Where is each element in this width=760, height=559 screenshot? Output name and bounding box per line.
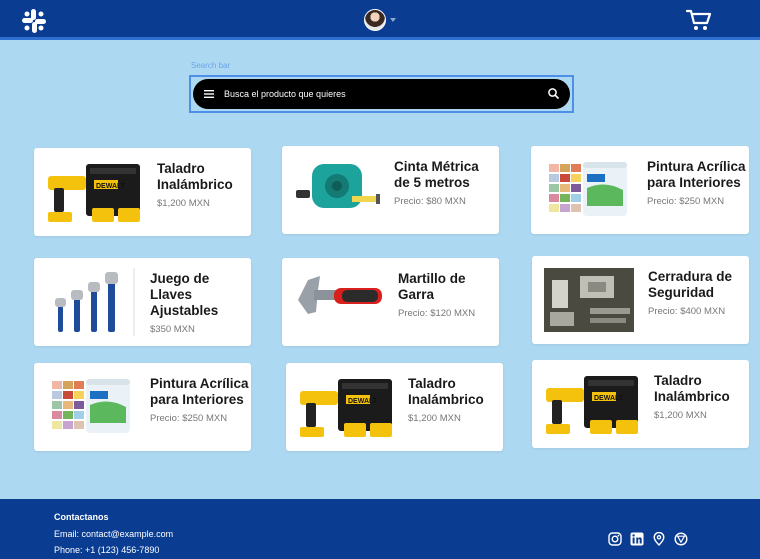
top-navigation-bar: [0, 0, 760, 40]
user-menu[interactable]: [364, 9, 396, 31]
product-title: Cerradura de Seguridad: [648, 269, 733, 300]
product-title: Taladro Inalámbrico: [654, 373, 730, 404]
product-title: Pintura Acrílica para Interiores: [150, 376, 249, 407]
product-title: Taladro Inalámbrico: [408, 376, 484, 407]
product-price: Precio: $80 MXN: [394, 196, 466, 207]
hamburger-menu-icon[interactable]: [203, 88, 215, 100]
product-card[interactable]: Martillo de Garra Precio: $120 MXN: [282, 258, 499, 346]
product-price: Precio: $250 MXN: [647, 196, 725, 207]
cordless-drill-kit-image: DEWALT: [300, 379, 392, 437]
product-price: Precio: $120 MXN: [398, 308, 476, 319]
search-bar-frame: Busca el producto que quieres: [189, 75, 574, 113]
paint-bucket-image: [52, 379, 130, 433]
product-title: Taladro Inalámbrico: [157, 161, 233, 192]
product-card[interactable]: DEWALT Taladro Inalámbrico $1,200 MXN: [286, 363, 503, 451]
cordless-drill-kit-image: DEWALT: [48, 164, 140, 222]
svg-text:DEWALT: DEWALT: [96, 183, 126, 190]
slack-logo-icon[interactable]: [20, 7, 48, 35]
product-card[interactable]: Pintura Acrílica para Interiores Precio:…: [34, 363, 251, 451]
product-card[interactable]: Juego de Llaves Ajustables $350 MXN: [34, 258, 251, 346]
search-input[interactable]: Busca el producto que quieres: [193, 79, 570, 109]
footer-email[interactable]: Email: contact@example.com: [54, 529, 173, 539]
paint-bucket-image: [549, 162, 627, 216]
product-price: $1,200 MXN: [408, 413, 461, 424]
cordless-drill-kit-image: DEWALT: [546, 376, 638, 434]
linkedin-icon[interactable]: [630, 532, 644, 546]
svg-text:DEWALT: DEWALT: [348, 398, 378, 405]
product-card[interactable]: Cerradura de Seguridad Precio: $400 MXN: [532, 256, 749, 344]
footer: Contactanos Email: contact@example.com P…: [0, 499, 760, 559]
product-title: Juego de Llaves Ajustables: [150, 271, 219, 318]
product-card[interactable]: Pintura Acrílica para Interiores Precio:…: [531, 146, 749, 234]
footer-phone[interactable]: Phone: +1 (123) 456-7890: [54, 545, 159, 555]
product-card[interactable]: DEWALT Taladro Inalámbrico $1,200 MXN: [532, 360, 749, 448]
location-icon[interactable]: [652, 532, 666, 546]
adjustable-wrenches-image: [55, 268, 135, 336]
claw-hammer-image: [298, 276, 382, 314]
chevron-down-icon: [390, 18, 396, 22]
product-card[interactable]: Cinta Métrica de 5 metros Precio: $80 MX…: [282, 146, 499, 234]
security-lock-image: [544, 268, 634, 332]
instagram-icon[interactable]: [608, 532, 622, 546]
product-title: Martillo de Garra: [398, 271, 466, 302]
shopping-cart-icon[interactable]: [686, 8, 712, 32]
product-price: $350 MXN: [150, 324, 195, 335]
footer-title: Contactanos: [54, 512, 109, 522]
search-placeholder[interactable]: Busca el producto que quieres: [224, 89, 346, 99]
product-price: Precio: $250 MXN: [150, 413, 228, 424]
magnifier-icon[interactable]: [547, 87, 560, 100]
product-card[interactable]: DEWALT Taladro Inalámbrico $1,200 MXN: [34, 148, 251, 236]
tape-measure-image: [296, 164, 380, 208]
product-price: $1,200 MXN: [654, 410, 707, 421]
user-avatar[interactable]: [364, 9, 386, 31]
web-icon[interactable]: [674, 532, 688, 546]
product-title: Cinta Métrica de 5 metros: [394, 159, 479, 190]
product-title: Pintura Acrílica para Interiores: [647, 159, 746, 190]
product-price: Precio: $400 MXN: [648, 306, 726, 317]
search-bar-label: Search bar: [191, 61, 231, 70]
svg-text:DEWALT: DEWALT: [594, 395, 624, 402]
product-price: $1,200 MXN: [157, 198, 210, 209]
